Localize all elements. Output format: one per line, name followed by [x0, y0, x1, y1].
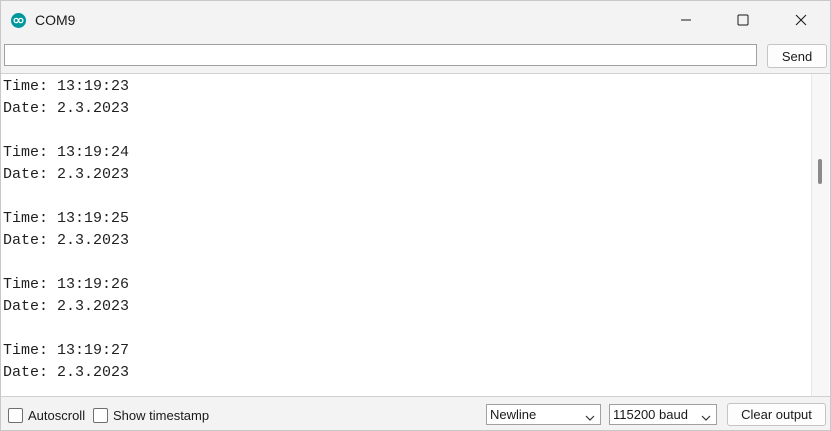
window-title: COM9	[35, 12, 76, 28]
output-line: Time: 13:19:24	[3, 144, 130, 161]
line-ending-select[interactable]: Newline	[486, 404, 601, 425]
output-blank-line	[3, 318, 803, 340]
output-line: Date: 2.3.2023	[3, 100, 130, 117]
output-lines: Time: 13:19:23 Date: 2.3.2023 Time: 13:19:…	[3, 76, 803, 384]
output-line: Time: 13:19:25	[3, 210, 130, 227]
output-blank-line	[3, 252, 803, 274]
clear-output-button[interactable]: Clear output	[727, 403, 826, 426]
output-line: Date: 2.3.2023	[3, 232, 130, 249]
maximize-button[interactable]	[720, 1, 766, 41]
output-line: Time: 13:19:27	[3, 342, 130, 359]
checkbox-box[interactable]	[8, 407, 23, 423]
serial-output[interactable]: Time: 13:19:23 Date: 2.3.2023 Time: 13:19:…	[1, 73, 830, 397]
chevron-down-icon	[701, 410, 711, 425]
autoscroll-label: Autoscroll	[28, 407, 86, 423]
send-button[interactable]: Send	[767, 44, 827, 68]
close-icon	[795, 14, 807, 29]
maximize-icon	[737, 14, 749, 29]
minimize-button[interactable]	[663, 1, 709, 41]
checkbox-box[interactable]	[93, 407, 108, 423]
close-button[interactable]	[778, 1, 824, 41]
output-line: Time: 13:19:26	[3, 276, 130, 293]
show-timestamp-label: Show timestamp	[113, 407, 210, 423]
minimize-icon	[680, 14, 692, 29]
bottom-toolbar: Autoscroll Show timestamp Newline 115200…	[1, 398, 830, 430]
autoscroll-checkbox[interactable]: Autoscroll	[8, 406, 85, 424]
output-blank-line	[3, 120, 803, 142]
output-line: Date: 2.3.2023	[3, 364, 130, 381]
output-line: Date: 2.3.2023	[3, 298, 130, 315]
baud-rate-value: 115200 baud	[613, 407, 688, 422]
serial-monitor-window: COM9 Send Time: 13:19:23 Date: 2.3.2023 Ti…	[0, 0, 831, 431]
line-ending-value: Newline	[490, 407, 537, 422]
scroll-thumb[interactable]	[818, 159, 822, 184]
title-bar[interactable]: COM9	[1, 1, 830, 41]
output-line: Date: 2.3.2023	[3, 166, 130, 183]
show-timestamp-checkbox[interactable]: Show timestamp	[93, 406, 209, 424]
send-input[interactable]	[4, 44, 757, 66]
output-blank-line	[3, 186, 803, 208]
output-line: Time: 13:19:23	[3, 78, 130, 95]
vertical-scrollbar[interactable]	[811, 74, 829, 396]
arduino-icon	[11, 13, 26, 28]
chevron-down-icon	[585, 410, 595, 425]
baud-rate-select[interactable]: 115200 baud	[609, 404, 717, 425]
